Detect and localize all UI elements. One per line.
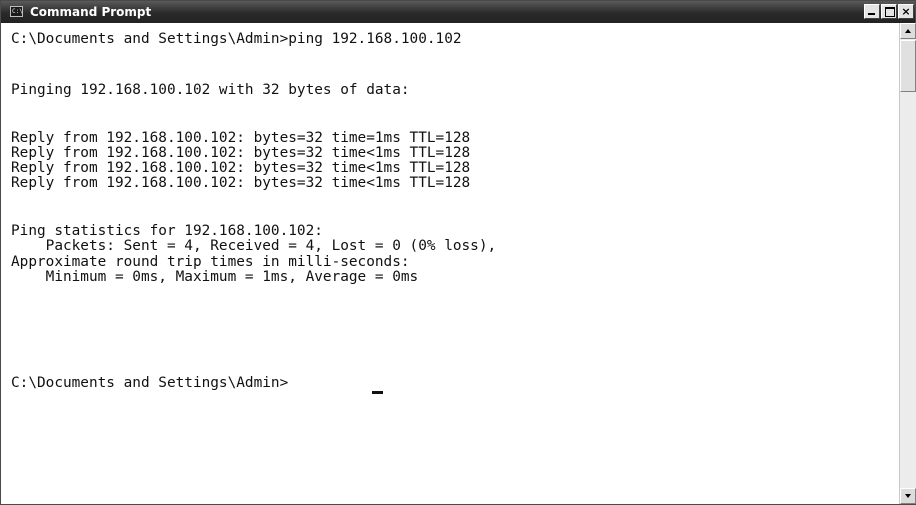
console-line: Reply from 192.168.100.102: bytes=32 tim… bbox=[11, 160, 471, 176]
vertical-scrollbar[interactable] bbox=[899, 23, 916, 504]
console-output[interactable]: C:\Documents and Settings\Admin>ping 192… bbox=[2, 23, 898, 504]
down-arrow-icon bbox=[905, 494, 911, 498]
close-icon: × bbox=[901, 5, 911, 18]
minimize-icon bbox=[868, 13, 875, 15]
console-line: Packets: Sent = 4, Received = 4, Lost = … bbox=[11, 238, 497, 254]
scroll-down-button[interactable] bbox=[900, 488, 916, 504]
command-prompt-icon[interactable]: C:\ bbox=[10, 6, 23, 17]
scroll-thumb[interactable] bbox=[900, 40, 916, 92]
console-line: Pinging 192.168.100.102 with 32 bytes of… bbox=[11, 82, 410, 98]
command-prompt-window: C:\ Command Prompt × C:\Documents and Se… bbox=[0, 0, 916, 505]
text-cursor bbox=[372, 391, 383, 394]
scroll-up-button[interactable] bbox=[900, 23, 916, 39]
close-button[interactable]: × bbox=[898, 4, 914, 19]
window-title: Command Prompt bbox=[30, 5, 152, 19]
console-line: Approximate round trip times in milli-se… bbox=[11, 254, 410, 270]
console-line: Minimum = 0ms, Maximum = 1ms, Average = … bbox=[11, 269, 419, 285]
maximize-icon bbox=[885, 7, 895, 17]
console-line: Reply from 192.168.100.102: bytes=32 tim… bbox=[11, 145, 471, 161]
up-arrow-icon bbox=[905, 29, 911, 33]
command-prompt-line: C:\Documents and Settings\Admin> bbox=[11, 375, 289, 391]
console-line: Reply from 192.168.100.102: bytes=32 tim… bbox=[11, 175, 471, 191]
console-line: Reply from 192.168.100.102: bytes=32 tim… bbox=[11, 130, 471, 146]
console-line: C:\Documents and Settings\Admin>ping 192… bbox=[11, 31, 462, 47]
console-line: Ping statistics for 192.168.100.102: bbox=[11, 223, 323, 239]
minimize-button[interactable] bbox=[864, 4, 880, 19]
maximize-button[interactable] bbox=[881, 4, 897, 19]
title-bar[interactable]: C:\ Command Prompt × bbox=[1, 1, 915, 23]
